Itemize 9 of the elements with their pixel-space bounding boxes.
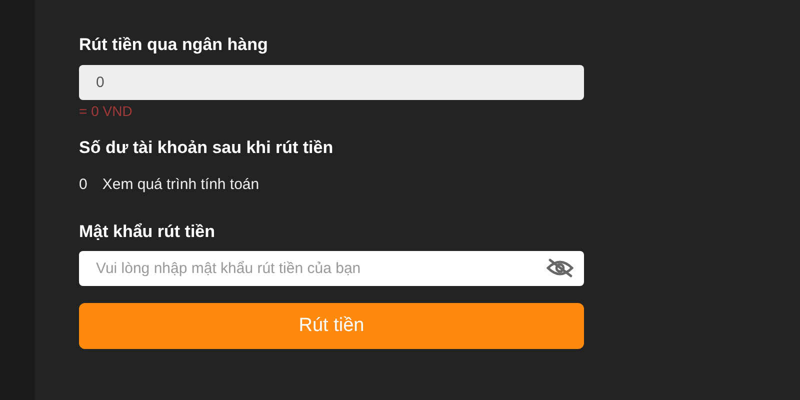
balance-value: 0 xyxy=(79,175,88,195)
field-label: Mật khẩu rút tiền xyxy=(79,221,216,243)
section-heading: Số dư tài khoản sau khi rút tiền xyxy=(79,137,334,159)
eye-slash-icon[interactable] xyxy=(546,258,574,278)
amount-field[interactable]: 0 xyxy=(79,65,584,100)
field-label: Rút tiền qua ngân hàng xyxy=(79,34,269,56)
converted-amount: = 0 VND xyxy=(79,102,134,120)
calculation-link[interactable]: Xem quá trình tính toán xyxy=(102,175,260,195)
password-field[interactable]: Vui lòng nhập mật khẩu rút tiền của bạn xyxy=(79,251,584,286)
